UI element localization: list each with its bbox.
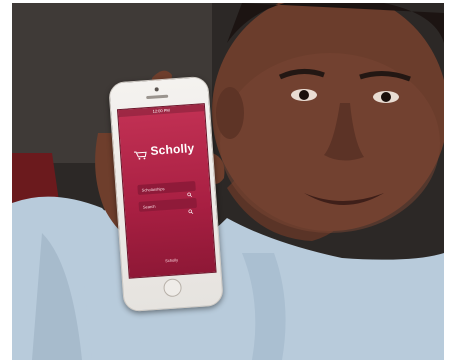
- scholarships-field[interactable]: Scholarships: [137, 180, 196, 197]
- phone-screen: 12:00 PM Scholly Scholarships Search Sch…: [116, 103, 217, 279]
- right-pupil: [381, 92, 391, 102]
- screen-footer: Scholly: [165, 257, 179, 264]
- search-icon: [188, 201, 194, 214]
- ear: [216, 87, 244, 139]
- speaker-grille: [146, 94, 169, 100]
- left-pupil: [299, 90, 309, 100]
- field-label: Search: [142, 203, 156, 210]
- field-label: Scholarships: [141, 185, 165, 193]
- photo-frame: 12:00 PM Scholly Scholarships Search Sch…: [12, 3, 444, 360]
- photo-scene: [12, 3, 444, 360]
- search-field[interactable]: Search: [138, 197, 198, 214]
- cart-logo-icon: [133, 146, 148, 160]
- app-logo: Scholly: [121, 140, 208, 160]
- status-bar: 12:00 PM: [118, 104, 205, 118]
- smartphone: 12:00 PM Scholly Scholarships Search Sch…: [108, 75, 224, 313]
- search-icon: [186, 184, 193, 197]
- camera-icon: [154, 87, 159, 92]
- app-name: Scholly: [149, 140, 195, 158]
- home-button[interactable]: [162, 278, 183, 298]
